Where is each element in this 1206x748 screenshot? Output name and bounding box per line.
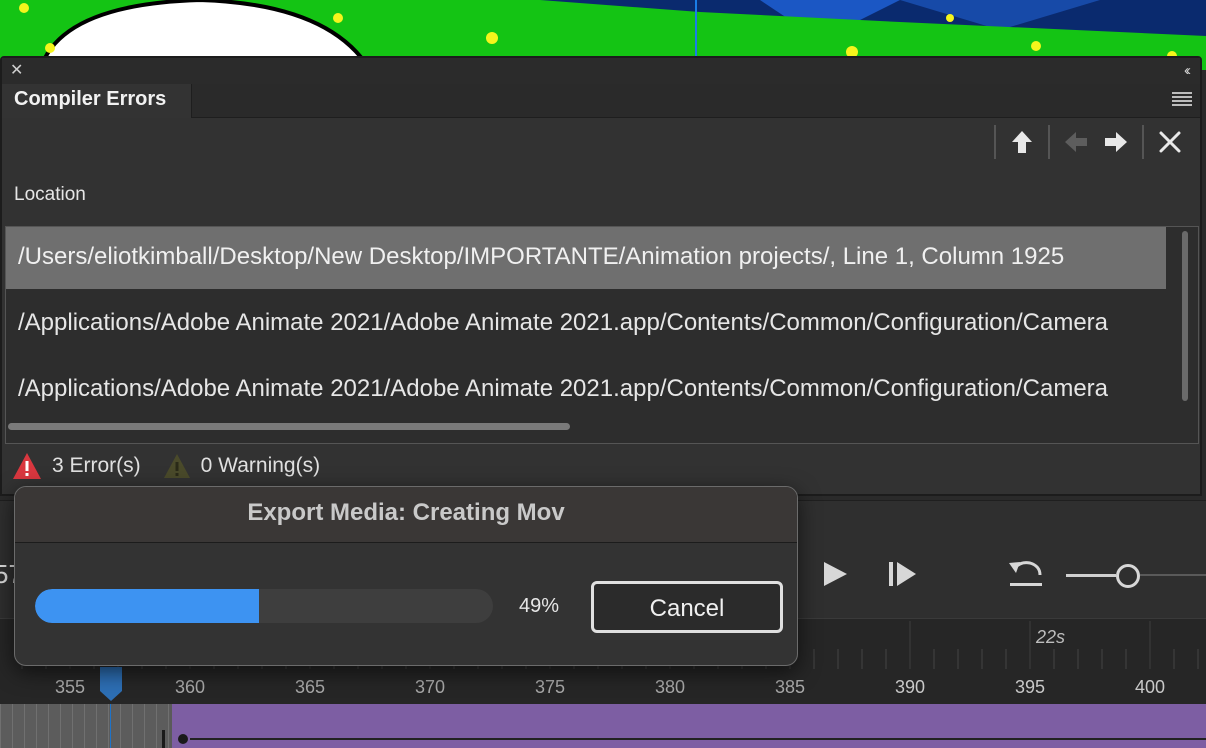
playhead-handle[interactable] [99,667,123,703]
error-row[interactable]: /Applications/Adobe Animate 2021/Adobe A… [6,359,1166,421]
time-marker: 22s [1036,627,1066,647]
toolbar-divider [1142,125,1144,159]
tween-span[interactable] [172,704,1206,748]
ruler-label: 380 [654,677,686,697]
panel-tab-row: Compiler Errors [2,84,1200,118]
horizontal-scrollbar[interactable] [8,423,570,430]
error-count: 3 Error(s) [12,452,141,480]
toolbar-divider [994,125,996,159]
clear-errors-icon[interactable] [1150,125,1190,159]
ruler-label: 355 [54,677,86,697]
error-row[interactable]: /Users/eliotkimball/Desktop/New Desktop/… [6,227,1166,289]
ruler-label: 375 [534,677,566,697]
error-list[interactable]: /Users/eliotkimball/Desktop/New Desktop/… [5,226,1199,444]
playhead-line [110,704,111,748]
compiler-errors-panel: ✕ ‹‹ Compiler Errors Location /Users/eli… [0,56,1202,496]
zoom-slider-track-rest [1140,574,1206,576]
error-warning-icon [13,453,41,479]
ruler-label: 360 [174,677,206,697]
dialog-title: Export Media: Creating Mov [15,487,797,543]
error-toolbar [988,122,1190,162]
ruler-label: 400 [1134,677,1166,697]
vertical-scrollbar[interactable] [1182,231,1188,401]
play-icon[interactable] [820,559,850,594]
ruler-label: 390 [894,677,926,697]
keyframe-end-marker [162,730,165,748]
cancel-button[interactable]: Cancel [591,581,783,633]
ruler-label: 385 [774,677,806,697]
warning-count-label: 0 Warning(s) [200,454,321,477]
collapse-panel-icon[interactable]: ‹‹ [1184,62,1191,80]
export-media-dialog: Export Media: Creating Mov 49% Cancel [14,486,798,666]
error-row[interactable]: /Applications/Adobe Animate 2021/Adobe A… [6,293,1166,355]
go-to-source-icon[interactable] [1002,125,1042,159]
export-progress-bar [35,589,493,623]
next-error-icon[interactable] [1096,125,1136,159]
error-status-bar: 3 Error(s) 0 Warning(s) [12,450,342,482]
error-count-label: 3 Error(s) [52,454,141,477]
toolbar-divider [1048,125,1050,159]
panel-title-bar: ✕ ‹‹ [2,58,1200,84]
timeline-tracks[interactable] [0,704,1206,748]
loop-icon[interactable] [1006,557,1046,596]
tab-compiler-errors[interactable]: Compiler Errors [2,84,192,118]
previous-error-icon[interactable] [1056,125,1096,159]
close-panel-icon[interactable]: ✕ [10,62,23,80]
tween-line [190,738,1206,740]
location-column-header: Location [14,184,86,205]
zoom-slider[interactable] [1066,563,1206,588]
warning-icon [163,454,190,478]
ruler-label: 365 [294,677,326,697]
export-progress-fill [35,589,260,623]
zoom-slider-track [1066,574,1116,577]
empty-frames[interactable] [0,704,170,748]
zoom-slider-thumb[interactable] [1116,564,1140,588]
export-progress-percent: 49% [519,595,560,617]
keyframe-dot[interactable] [178,734,188,744]
step-forward-icon[interactable] [886,559,918,594]
panel-menu-icon[interactable] [1172,92,1192,108]
ruler-label: 370 [414,677,446,697]
ruler-label: 395 [1014,677,1046,697]
warning-count: 0 Warning(s) [163,453,320,479]
